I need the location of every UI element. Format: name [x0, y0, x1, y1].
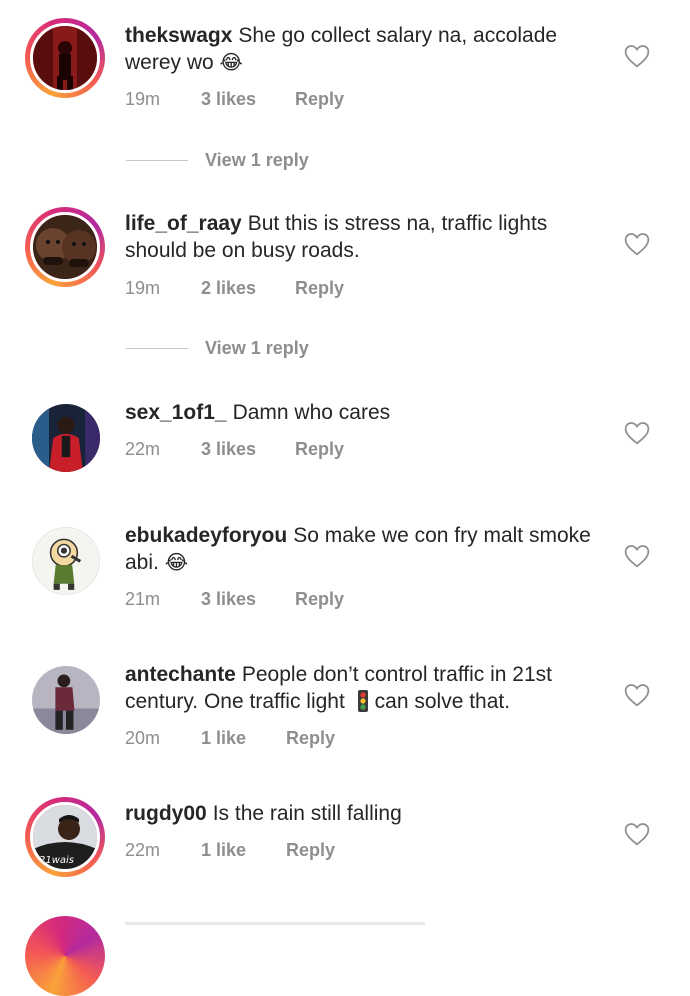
comment-text: ebukadeyforyou So make we con fry malt sm…: [125, 522, 605, 576]
comment-text: sex_1of1_ Damn who cares: [125, 399, 605, 426]
svg-text:21wais: 21wais: [39, 855, 74, 866]
comment-body: Damn who cares: [232, 401, 391, 424]
avatar[interactable]: [32, 527, 100, 595]
replies-divider: [126, 348, 188, 349]
avatar-wrap[interactable]: [25, 520, 105, 600]
traffic-light-emoji: [357, 690, 369, 712]
comment-text-cutoff: [125, 922, 425, 925]
reply-button[interactable]: Reply: [286, 838, 335, 862]
comment-likes[interactable]: 3 likes: [201, 87, 256, 111]
avatar[interactable]: [30, 23, 100, 93]
avatar[interactable]: [32, 404, 100, 472]
comment-username[interactable]: sex_1of1_: [125, 401, 227, 424]
comment-likes[interactable]: 3 likes: [201, 587, 256, 611]
heart-outline-icon[interactable]: [624, 44, 650, 68]
heart-outline-icon[interactable]: [624, 544, 650, 568]
reply-button[interactable]: Reply: [295, 87, 344, 111]
heart-outline-icon[interactable]: [624, 683, 650, 707]
comment-username[interactable]: antechante: [125, 663, 236, 686]
view-replies-label[interactable]: View 1 reply: [205, 148, 309, 172]
reply-button[interactable]: Reply: [295, 587, 344, 611]
comment-time: 19m: [125, 89, 161, 109]
comment-likes[interactable]: 1 like: [201, 838, 246, 862]
comment-text: thekswagx She go collect salary na, accol…: [125, 22, 605, 76]
comment-likes[interactable]: 2 likes: [201, 276, 256, 300]
comment-likes[interactable]: 1 like: [201, 726, 246, 750]
avatar-story-ring[interactable]: 21wais: [25, 797, 105, 877]
comment-time: 20m: [125, 728, 161, 748]
next-comment-peek: [0, 916, 690, 996]
reply-button[interactable]: Reply: [286, 726, 335, 750]
replies-divider: [126, 160, 188, 161]
comment-username[interactable]: thekswagx: [125, 24, 232, 47]
comment-body: Is the rain still falling: [212, 802, 402, 825]
avatar-story-ring[interactable]: [25, 916, 105, 996]
heart-outline-icon[interactable]: [624, 232, 650, 256]
comment-username[interactable]: ebukadeyforyou: [125, 524, 287, 547]
comment-text: life_of_raay But this is stress na, traff…: [125, 210, 605, 264]
comment-username[interactable]: rugdy00: [125, 802, 207, 825]
avatar-story-ring[interactable]: [25, 207, 105, 287]
comment-text: rugdy00 Is the rain still falling: [125, 800, 605, 827]
avatar-wrap[interactable]: [25, 659, 105, 739]
comment-time: 21m: [125, 589, 161, 609]
comment-likes[interactable]: 3 likes: [201, 437, 256, 461]
comment-time: 22m: [125, 439, 161, 459]
avatar[interactable]: [32, 666, 100, 734]
heart-outline-icon[interactable]: [624, 421, 650, 445]
reply-button[interactable]: Reply: [295, 276, 344, 300]
comment-time: 19m: [125, 278, 161, 298]
laughing-emoji: 😂: [164, 550, 189, 574]
avatar[interactable]: 21wais: [30, 802, 100, 872]
laughing-emoji: 😂: [219, 50, 243, 74]
comment-text: antechante People don’t control traffic i…: [125, 661, 605, 715]
heart-outline-icon[interactable]: [624, 822, 650, 846]
avatar[interactable]: [30, 212, 100, 282]
comment-time: 22m: [125, 840, 161, 860]
comment-body-end: can solve that.: [374, 690, 511, 713]
avatar-wrap[interactable]: [25, 397, 105, 477]
comment-username[interactable]: life_of_raay: [125, 212, 242, 235]
view-replies-label[interactable]: View 1 reply: [205, 336, 309, 360]
avatar-story-ring[interactable]: [25, 18, 105, 98]
reply-button[interactable]: Reply: [295, 437, 344, 461]
